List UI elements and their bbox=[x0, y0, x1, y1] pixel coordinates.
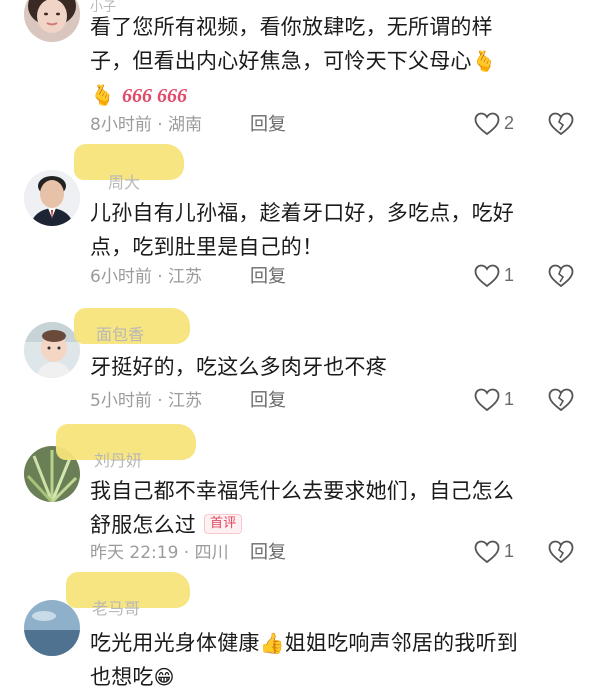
comment-text-line: 儿孙自有儿孙福，趁着牙口好，多吃点，吃好 bbox=[90, 201, 514, 225]
dislike-button[interactable] bbox=[548, 112, 576, 140]
username[interactable]: 面包香 bbox=[96, 326, 144, 346]
username[interactable]: 周大 bbox=[108, 174, 140, 194]
comment-text-line: 我自己都不幸福凭什么去要求她们，自己怎么 bbox=[90, 479, 514, 503]
comment-text-line: 🫰 666 666 bbox=[90, 78, 560, 113]
comment-text: 吃光用光身体健康👍姐姐吃响声邻居的我听到 也想吃😁 bbox=[90, 626, 560, 694]
like-count: 1 bbox=[504, 541, 515, 561]
username-block[interactable]: 周大 bbox=[74, 144, 184, 192]
reply-button[interactable]: 回复 bbox=[250, 266, 286, 288]
first-comment-badge: 首评 bbox=[204, 514, 243, 534]
comment-text: 儿孙自有儿孙福，趁着牙口好，多吃点，吃好 点，吃到肚里是自己的！ bbox=[90, 196, 560, 264]
comment-text-line: 吃光用光身体健康👍姐姐吃响声邻居的我听到 bbox=[90, 626, 560, 660]
comment-text: 牙挺好的，吃这么多肉牙也不疼 bbox=[90, 350, 560, 384]
comment-meta: 8小时前 · 湖南 bbox=[90, 115, 203, 135]
username[interactable]: 老马哥 bbox=[92, 600, 140, 620]
man-in-suit-avatar-icon bbox=[24, 170, 80, 226]
comment-text-span: 子，但看出内心好焦急，可怜天下父母心 bbox=[90, 49, 472, 73]
comment-meta: 5小时前 · 江苏 bbox=[90, 391, 203, 411]
like-count: 1 bbox=[504, 389, 515, 409]
like-button[interactable]: 1 bbox=[474, 262, 534, 292]
avatar[interactable] bbox=[24, 0, 80, 42]
comment-text-line: 子，但看出内心好焦急，可怜天下父母心🫰 bbox=[90, 44, 560, 78]
comment-meta: 昨天 22:19 · 四川 bbox=[90, 543, 229, 563]
dislike-button[interactable] bbox=[548, 388, 576, 416]
fingers-heart-emoji-icon: 🫰 bbox=[471, 49, 497, 73]
broken-heart-icon bbox=[548, 112, 574, 136]
comment-text-line: 牙挺好的，吃这么多肉牙也不疼 bbox=[90, 355, 387, 379]
comment-text: 看了您所有视频，看你放肆吃，无所谓的样 子，但看出内心好焦急，可怜天下父母心 🫰 … bbox=[90, 10, 560, 113]
like-button[interactable]: 2 bbox=[474, 110, 534, 140]
username-block[interactable]: 老马哥 bbox=[66, 572, 190, 618]
baby-photo-avatar-icon bbox=[24, 322, 80, 378]
comment-meta: 6小时前 · 江苏 bbox=[90, 267, 203, 287]
thumbs-up-emoji-icon: 👍 bbox=[259, 631, 285, 655]
comment-text: 我自己都不幸福凭什么去要求她们，自己怎么 舒服怎么过 首评 bbox=[90, 474, 560, 542]
avatar[interactable] bbox=[24, 170, 80, 226]
avatar[interactable] bbox=[24, 322, 80, 378]
reply-button[interactable]: 回复 bbox=[250, 114, 286, 136]
comment-text-line: 舒服怎么过 首评 bbox=[90, 508, 560, 542]
like-count: 2 bbox=[504, 113, 515, 133]
heart-outline-icon bbox=[474, 540, 500, 564]
dislike-button[interactable] bbox=[548, 264, 576, 292]
username-block[interactable]: 面包香 bbox=[74, 308, 190, 344]
comment-text-line: 点，吃到肚里是自己的！ bbox=[90, 235, 324, 259]
heart-outline-icon bbox=[474, 388, 500, 412]
comment-text-span: 也想吃 bbox=[90, 665, 154, 689]
comment-text-span: 吃光用光身体健康 bbox=[90, 631, 260, 655]
like-button[interactable]: 1 bbox=[474, 386, 534, 416]
comment-text-line: 也想吃😁 bbox=[90, 660, 560, 694]
comment-list: 小子 看了您所有视频，看你放肆吃，无所谓的样 子，但看出内心好焦急，可怜天下父母… bbox=[0, 0, 600, 699]
fingers-heart-emoji-icon: 🫰 bbox=[90, 83, 116, 107]
woman-portrait-avatar-icon bbox=[24, 0, 80, 42]
reply-button[interactable]: 回复 bbox=[250, 542, 286, 564]
sky-photo-avatar-icon bbox=[24, 600, 80, 656]
broken-heart-icon bbox=[548, 388, 574, 412]
like-button[interactable]: 1 bbox=[474, 538, 534, 568]
comment-text-span: 姐姐吃响声邻居的我听到 bbox=[284, 631, 518, 655]
heart-outline-icon bbox=[474, 264, 500, 288]
broken-heart-icon bbox=[548, 540, 574, 564]
like-count: 1 bbox=[504, 265, 515, 285]
sixes-sticker: 666 666 bbox=[122, 85, 187, 107]
username[interactable]: 刘丹妍 bbox=[94, 452, 142, 472]
avatar[interactable] bbox=[24, 600, 80, 656]
heart-outline-icon bbox=[474, 112, 500, 136]
comment-text-line: 看了您所有视频，看你放肆吃，无所谓的样 bbox=[90, 15, 493, 39]
comment-text-span: 舒服怎么过 bbox=[90, 513, 196, 537]
username-block[interactable]: 刘丹妍 bbox=[56, 424, 196, 470]
reply-button[interactable]: 回复 bbox=[250, 390, 286, 412]
grinning-face-emoji-icon: 😁 bbox=[153, 665, 175, 689]
dislike-button[interactable] bbox=[548, 540, 576, 568]
broken-heart-icon bbox=[548, 264, 574, 288]
